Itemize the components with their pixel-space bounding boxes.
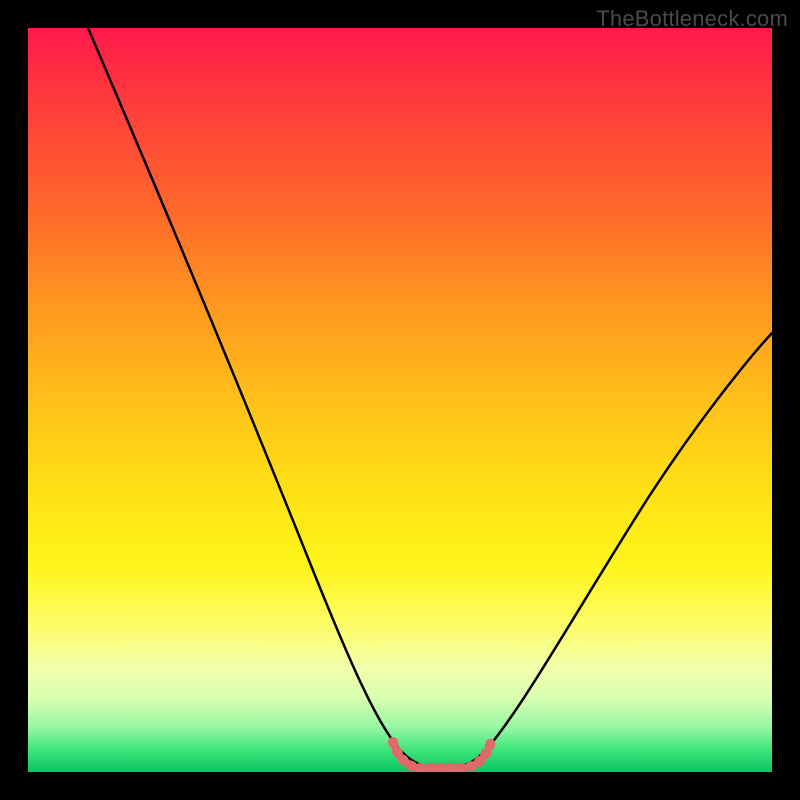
plot-area <box>28 28 772 772</box>
curve-layer <box>28 28 772 772</box>
sweet-spot-marker <box>393 742 491 768</box>
watermark-text: TheBottleneck.com <box>596 6 788 32</box>
chart-frame: TheBottleneck.com <box>0 0 800 800</box>
bottleneck-curve <box>88 28 772 768</box>
